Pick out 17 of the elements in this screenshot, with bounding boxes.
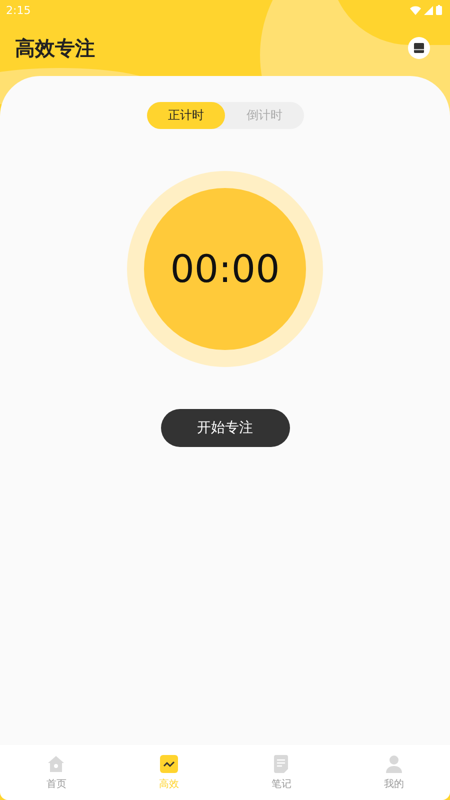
chart-icon <box>160 754 178 772</box>
book-icon <box>414 43 424 53</box>
nav-tab[interactable]: 首页 <box>0 745 112 800</box>
nav-tab[interactable]: 我的 <box>338 745 450 800</box>
signal-icon <box>424 6 433 14</box>
timer-display: 00:00 <box>170 247 280 291</box>
start-button[interactable]: 开始专注 <box>160 409 290 447</box>
home-icon <box>47 754 66 772</box>
page-title: 高效专注 <box>15 34 95 62</box>
person-icon <box>384 754 403 772</box>
mode-tab[interactable]: 正计时 <box>146 102 225 129</box>
note-icon <box>274 754 288 772</box>
wifi-icon <box>410 6 421 14</box>
nav-tab[interactable]: 笔记 <box>225 745 338 800</box>
status-time: 2:15 <box>6 4 31 16</box>
battery-icon <box>436 5 442 15</box>
mode-tab[interactable]: 倒计时 <box>225 102 304 129</box>
